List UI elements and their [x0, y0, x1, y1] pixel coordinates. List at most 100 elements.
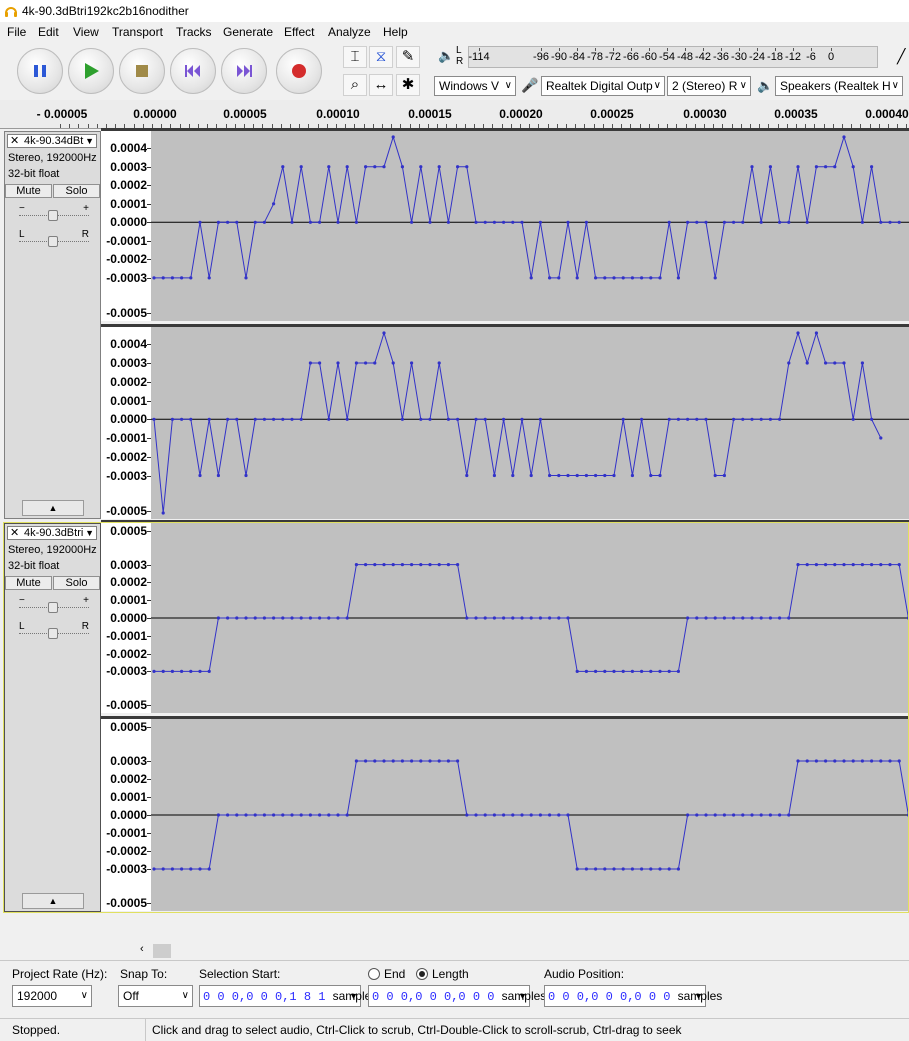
end-radio[interactable]: [368, 968, 380, 980]
zoom-tool[interactable]: ⌕: [343, 74, 367, 96]
unit-dropdown-icon[interactable]: ▼: [518, 986, 527, 1006]
sample-point: [207, 417, 211, 421]
pause-button[interactable]: [17, 48, 63, 94]
menu-edit[interactable]: Edit: [38, 25, 59, 39]
playback-device-select[interactable]: Speakers (Realtek H ∨: [775, 76, 903, 96]
track-1-solo-button[interactable]: Solo: [53, 184, 100, 198]
track-2-name-menu[interactable]: ✕ 4k-90.3dBtri ▼: [7, 526, 97, 540]
vertical-scale[interactable]: 0.0005 0.0003 0.0002 0.0001 0.0000 -0.0001 -0.…: [101, 523, 151, 713]
sample-point: [805, 220, 809, 224]
sample-point: [483, 220, 487, 224]
skip-to-start-button[interactable]: [170, 48, 216, 94]
draw-tool[interactable]: ✎: [396, 46, 420, 68]
sample-point: [584, 220, 588, 224]
sample-point: [262, 220, 266, 224]
sample-point: [354, 759, 358, 763]
selection-tool[interactable]: ⌶: [343, 46, 367, 68]
skip-to-start-icon: [185, 65, 200, 77]
length-field[interactable]: 0 0 0,0 0 0,0 0 0 samples ▼: [368, 985, 546, 1007]
menu-analyze[interactable]: Analyze: [328, 25, 371, 39]
track-1-pan-slider[interactable]: L R: [19, 229, 89, 248]
sample-point: [870, 417, 874, 421]
menu-effect-label: Effect: [284, 25, 315, 39]
unit-dropdown-icon[interactable]: ▼: [349, 986, 358, 1006]
sample-point: [226, 813, 230, 817]
sample-point: [603, 669, 607, 673]
menu-generate[interactable]: Generate: [223, 25, 273, 39]
pan-thumb[interactable]: [48, 236, 58, 247]
menu-transport[interactable]: Transport: [112, 25, 163, 39]
sample-point: [437, 165, 441, 169]
track-2-gain-slider[interactable]: − +: [19, 595, 89, 614]
sample-point: [824, 361, 828, 365]
waveform-channel[interactable]: [151, 131, 909, 321]
gain-thumb[interactable]: [48, 602, 58, 613]
recording-device-select[interactable]: Realtek Digital Outp ∨: [541, 76, 665, 96]
close-icon[interactable]: ✕: [10, 527, 19, 540]
multi-tool[interactable]: ✱: [396, 74, 420, 96]
sample-point: [474, 616, 478, 620]
audio-host-select[interactable]: Windows V ∨: [434, 76, 516, 96]
track-1-collapse-button[interactable]: ▲: [22, 500, 84, 516]
recording-channels-select[interactable]: 2 (Stereo) R ∨: [667, 76, 751, 96]
playback-meter[interactable]: -114 -96 -90 -84 -78 -72 -66 -60 -54 -48 -42 -36 -30…: [468, 46, 878, 68]
horizontal-scroll-area[interactable]: ‹: [0, 942, 909, 960]
unit-dropdown-icon[interactable]: ▼: [694, 986, 703, 1006]
track-2-solo-button[interactable]: Solo: [53, 576, 100, 590]
track-2-mute-button[interactable]: Mute: [5, 576, 52, 590]
menu-tracks[interactable]: Tracks: [176, 25, 212, 39]
snap-to-select[interactable]: Off ∨: [118, 985, 193, 1007]
chevron-down-icon: ∨: [181, 990, 189, 1001]
audio-position-field[interactable]: 0 0 0,0 0 0,0 0 0 samples ▼: [544, 985, 722, 1007]
track-2-pan-slider[interactable]: L R: [19, 621, 89, 640]
vertical-scale[interactable]: 0.0004 0.0003 0.0002 0.0001 0.0000 -0.0001 -0.…: [101, 327, 151, 519]
sample-point: [814, 563, 819, 567]
sample-point: [226, 417, 230, 421]
close-icon[interactable]: ✕: [10, 135, 19, 148]
sample-point: [207, 669, 211, 673]
waveform-channel[interactable]: [151, 719, 909, 911]
sample-point: [851, 759, 855, 763]
menu-effect[interactable]: Effect: [284, 25, 314, 39]
track-1-gain-slider[interactable]: − +: [19, 203, 89, 222]
track-2-collapse-button[interactable]: ▲: [22, 893, 84, 909]
project-rate-select[interactable]: 192000 ∨: [12, 985, 92, 1007]
sample-point: [465, 813, 469, 817]
track-1-name: 4k-90.34dBt: [24, 135, 84, 147]
sample-point: [805, 361, 809, 365]
sample-point: [152, 669, 156, 673]
waveform-svg: [151, 331, 909, 515]
sample-point: [373, 361, 377, 365]
waveform-line: [154, 135, 900, 279]
gain-thumb[interactable]: [48, 210, 58, 221]
sample-point: [686, 813, 690, 817]
skip-to-end-button[interactable]: [221, 48, 267, 94]
sample-point: [676, 276, 681, 280]
vertical-scale[interactable]: 0.0005 0.0003 0.0002 0.0001 0.0000 -0.0001 -0.…: [101, 719, 151, 911]
sample-point: [400, 563, 404, 567]
track-1-name-menu[interactable]: ✕ 4k-90.34dBt ▼: [7, 134, 97, 148]
pan-left-label: L: [19, 229, 25, 240]
sample-point: [732, 813, 736, 817]
track-1-mute-button[interactable]: Mute: [5, 184, 52, 198]
length-radio[interactable]: [416, 968, 428, 980]
meter-tick-label: -114: [468, 51, 490, 63]
scroll-left-icon[interactable]: ‹: [140, 943, 144, 955]
stop-button[interactable]: [119, 48, 165, 94]
sample-point: [594, 473, 598, 478]
selection-start-field[interactable]: 0 0 0,0 0 0,1 8 1 samples ▼: [199, 985, 377, 1007]
vertical-scale[interactable]: 0.0004 0.0003 0.0002 0.0001 0.0000 -0.0001 -0.…: [101, 131, 151, 321]
waveform-channel[interactable]: [151, 327, 909, 519]
menu-view[interactable]: View: [73, 25, 99, 39]
pause-icon: [34, 65, 46, 77]
pan-thumb[interactable]: [48, 628, 58, 639]
record-button[interactable]: [276, 48, 322, 94]
scroll-thumb[interactable]: [153, 944, 171, 958]
envelope-tool[interactable]: ⧖: [369, 46, 393, 68]
waveform-channel[interactable]: [151, 523, 909, 713]
timeline-ruler[interactable]: - 0.00005 0.00000 0.00005 0.00010 0.00015 0.0…: [0, 100, 909, 129]
menu-help[interactable]: Help: [383, 25, 408, 39]
menu-file[interactable]: File: [7, 25, 26, 39]
time-shift-tool[interactable]: ↔: [369, 74, 393, 96]
play-button[interactable]: [68, 48, 114, 94]
